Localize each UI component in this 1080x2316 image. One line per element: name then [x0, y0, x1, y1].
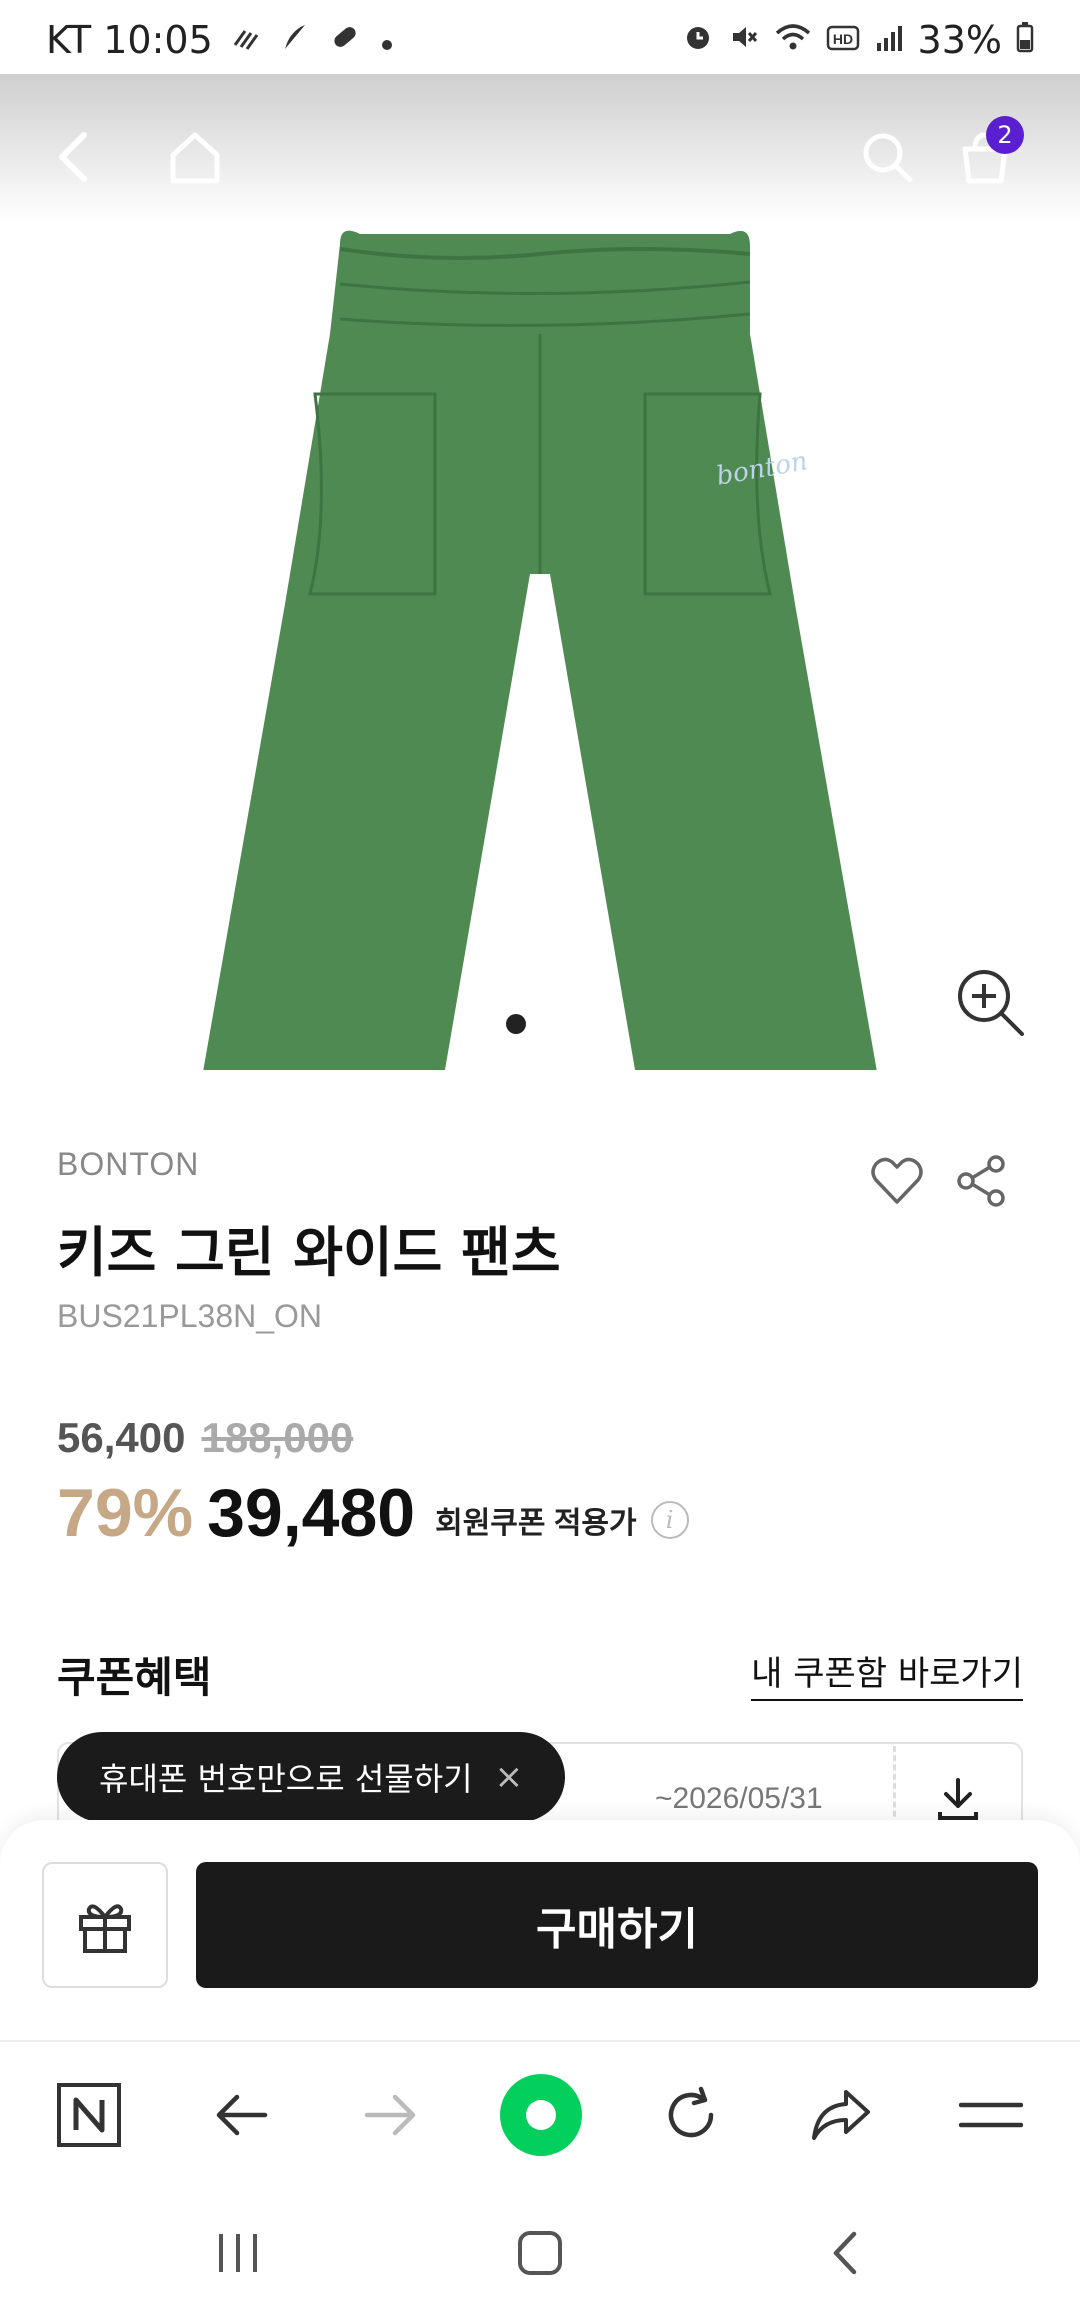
- home-square-icon: [518, 2231, 562, 2275]
- back-button[interactable]: [30, 112, 120, 202]
- coupon-expiry: ~2026/05/31: [655, 1782, 823, 1815]
- cell-signal-icon: [874, 18, 904, 62]
- reload-button[interactable]: [648, 2072, 734, 2158]
- carousel-page-indicator: [506, 1014, 526, 1034]
- my-coupons-link[interactable]: 내 쿠폰함 바로가기: [751, 1646, 1023, 1701]
- brand-name[interactable]: BONTON: [57, 1146, 199, 1183]
- gift-icon: [79, 1904, 131, 1953]
- gift-button[interactable]: [42, 1862, 168, 1988]
- price-final-row: 79% 39,480 회원쿠폰 적용가 i: [57, 1474, 689, 1552]
- mute-icon: [728, 18, 760, 62]
- pill-icon: [329, 18, 361, 62]
- close-icon[interactable]: ×: [495, 1757, 524, 1797]
- browser-menu-button[interactable]: [948, 2072, 1034, 2158]
- gift-tooltip-text: 휴대폰 번호만으로 선물하기: [99, 1760, 473, 1798]
- discount-rate: 79%: [57, 1475, 194, 1551]
- cart-button[interactable]: 2: [940, 112, 1030, 202]
- cart-count-badge: 2: [986, 116, 1024, 154]
- share-arrow-icon: [812, 2090, 870, 2140]
- coupon-section-title: 쿠폰혜택: [57, 1653, 212, 1702]
- alarm-icon: [682, 18, 714, 62]
- search-icon: [863, 133, 913, 183]
- zoom-in-button[interactable]: [954, 966, 1028, 1040]
- product-code: BUS21PL38N_ON: [57, 1298, 323, 1334]
- dot-icon: [379, 18, 395, 62]
- browser-share-button[interactable]: [798, 2072, 884, 2158]
- price-original-row: 56,400 188,000: [57, 1414, 353, 1462]
- home-button[interactable]: [150, 112, 240, 202]
- system-back-button[interactable]: [806, 2218, 886, 2288]
- heart-icon: [871, 1157, 923, 1204]
- search-button[interactable]: [842, 112, 932, 202]
- buy-button[interactable]: 구매하기: [196, 1862, 1038, 1988]
- battery-percent: 33%: [917, 18, 1002, 62]
- status-right: HD 33%: [682, 18, 1034, 62]
- naver-green-dot-button[interactable]: [498, 2072, 584, 2158]
- info-icon[interactable]: i: [650, 1501, 689, 1539]
- browser-forward-button[interactable]: [348, 2072, 434, 2158]
- browser-back-button[interactable]: [198, 2072, 284, 2158]
- share-button[interactable]: [952, 1152, 1010, 1210]
- svg-text:HD: HD: [832, 31, 852, 47]
- status-left: KT 10:05: [46, 18, 395, 62]
- product-image-area[interactable]: bonton 2: [0, 74, 1080, 1084]
- status-bar: KT 10:05 HD 33%: [0, 0, 1080, 74]
- wishlist-button[interactable]: [868, 1152, 926, 1210]
- product-title: 키즈 그린 와이드 팬츠: [57, 1221, 561, 1284]
- recent-apps-button[interactable]: [198, 2218, 278, 2288]
- naver-n-icon: [57, 2083, 121, 2147]
- sale-price: 56,400: [57, 1414, 186, 1461]
- chevron-left-icon: [833, 2231, 857, 2275]
- carrier-time: KT 10:05: [46, 18, 213, 62]
- wifi-icon: [774, 18, 812, 62]
- product-image-pants: [200, 230, 880, 1084]
- recent-apps-icon: [219, 2234, 257, 2272]
- battery-icon: [1016, 18, 1034, 62]
- arrow-right-icon: [364, 2094, 416, 2136]
- reload-icon: [668, 2086, 714, 2138]
- original-price: 188,000: [201, 1414, 354, 1461]
- coupon-divider: [893, 1746, 896, 1826]
- naver-home-button[interactable]: [46, 2072, 132, 2158]
- final-price-label: 회원쿠폰 적용가: [435, 1507, 637, 1540]
- signal-stripes-icon: [231, 18, 261, 62]
- chevron-left-icon: [59, 132, 87, 182]
- share-icon: [957, 1155, 1005, 1207]
- system-home-button[interactable]: [500, 2218, 580, 2288]
- home-icon: [170, 132, 220, 184]
- gift-tooltip[interactable]: 휴대폰 번호만으로 선물하기 ×: [57, 1732, 565, 1822]
- zoom-in-icon: [958, 970, 1024, 1036]
- arrow-left-icon: [216, 2094, 268, 2136]
- feather-icon: [279, 18, 311, 62]
- hd-icon: HD: [826, 18, 860, 62]
- final-price: 39,480: [207, 1475, 416, 1551]
- hamburger-menu-icon: [959, 2102, 1023, 2128]
- green-dot-icon: [500, 2074, 582, 2156]
